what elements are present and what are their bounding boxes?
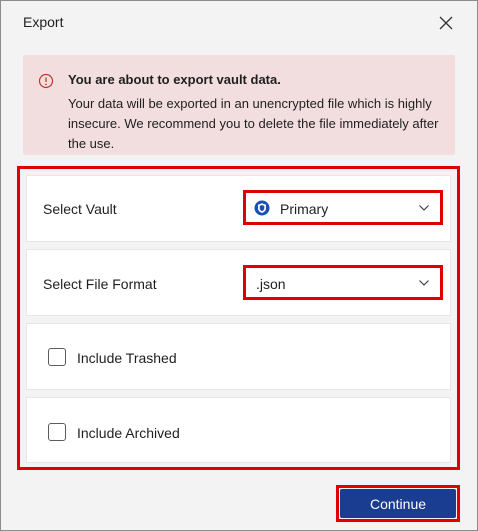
continue-button[interactable]: Continue [340, 489, 456, 518]
chevron-down-icon [419, 280, 429, 286]
row-include-trashed: Include Trashed [26, 323, 451, 390]
include-trashed-checkbox[interactable] [48, 348, 66, 366]
row-include-archived: Include Archived [26, 397, 451, 463]
close-button[interactable] [431, 9, 461, 37]
vault-shield-icon [254, 200, 270, 216]
continue-highlight: Continue [336, 485, 460, 522]
vault-select[interactable]: Primary [243, 190, 443, 225]
format-select-value: .json [256, 276, 286, 292]
include-trashed-label[interactable]: Include Trashed [77, 350, 177, 366]
row-select-format: Select File Format .json [26, 249, 451, 316]
alert-heading: You are about to export vault data. [68, 72, 281, 87]
row-select-vault: Select Vault Primary [26, 175, 451, 242]
warning-alert: You are about to export vault data. Your… [23, 55, 455, 155]
title-bar: Export [1, 1, 477, 45]
include-archived-checkbox[interactable] [48, 423, 66, 441]
include-archived-label[interactable]: Include Archived [77, 425, 180, 441]
dialog-title: Export [23, 14, 64, 30]
format-select[interactable]: .json [243, 265, 443, 300]
chevron-down-icon [419, 205, 429, 211]
vault-select-value: Primary [280, 201, 329, 217]
export-dialog: Export You are about to export vault dat… [0, 0, 478, 531]
select-format-label: Select File Format [43, 276, 157, 292]
export-options: Select Vault Primary Select File Format … [17, 166, 460, 470]
info-circle-icon [38, 73, 54, 89]
close-icon [439, 16, 453, 30]
select-vault-label: Select Vault [43, 201, 117, 217]
alert-body: Your data will be exported in an unencry… [68, 96, 439, 151]
